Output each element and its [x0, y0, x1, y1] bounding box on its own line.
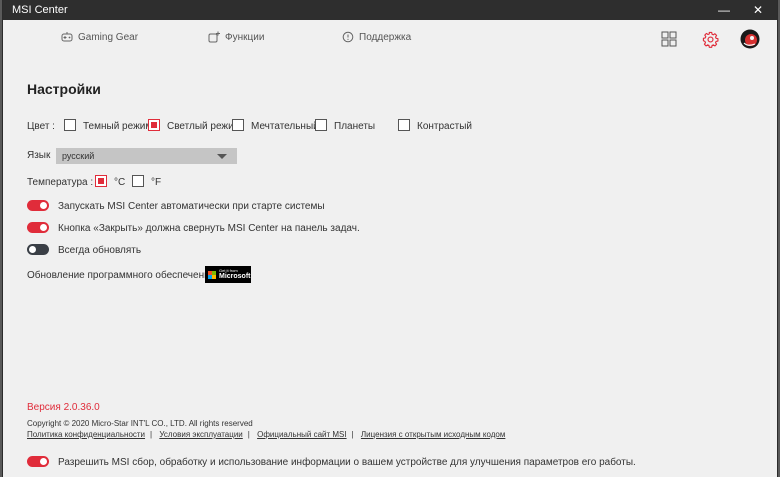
color-dreamy-label: Мечтательный [251, 121, 319, 132]
copyright-text: Copyright © 2020 Micro-Star INT'L CO., L… [27, 419, 253, 428]
footer-links: Политика конфиденциальности | Условия экс… [27, 430, 506, 439]
language-value: русский [62, 151, 95, 161]
always-update-label: Всегда обновлять [58, 245, 142, 256]
nav-label: Функции [225, 31, 265, 43]
official-site-link[interactable]: Официальный сайт MSI [257, 430, 347, 439]
color-dark-checkbox[interactable] [64, 119, 76, 131]
data-consent-toggle[interactable] [27, 456, 49, 467]
color-planets-label: Планеты [334, 121, 376, 132]
language-select[interactable]: русский [56, 148, 237, 164]
terms-link[interactable]: Условия эксплуатации [159, 430, 242, 439]
color-contrast-label: Контрастый [417, 121, 472, 132]
chevron-down-icon [217, 154, 227, 159]
fahrenheit-checkbox[interactable] [132, 175, 144, 187]
window-title: MSI Center [12, 4, 68, 16]
open-source-license-link[interactable]: Лицензия с открытым исходным кодом [361, 430, 505, 439]
windows-logo-icon [208, 271, 216, 279]
color-light-checkbox[interactable] [148, 119, 160, 131]
version-text: Версия 2.0.36.0 [27, 402, 100, 413]
privacy-policy-link[interactable]: Политика конфиденциальности [27, 430, 145, 439]
msi-center-window: MSI Center — ✕ Gaming Gear Функции Подде… [2, 0, 778, 477]
color-label: Цвет : [27, 121, 55, 132]
fahrenheit-label: °F [151, 177, 162, 188]
grid-icon[interactable] [661, 31, 677, 47]
always-update-toggle[interactable] [27, 244, 49, 255]
language-label: Язык [27, 150, 51, 161]
minimize-button[interactable]: — [707, 0, 741, 20]
page-title: Настройки [27, 81, 101, 97]
temperature-label: Температура : [27, 177, 94, 188]
badge-big-text: Microsoft [219, 273, 251, 280]
gear-icon[interactable] [702, 31, 719, 48]
data-consent-label: Разрешить MSI сбор, обработку и использо… [58, 457, 636, 468]
microsoft-store-badge[interactable]: Get it from Microsoft [205, 266, 251, 283]
nav-functions[interactable]: Функции [208, 30, 264, 44]
chat-alert-icon [342, 31, 354, 43]
software-update-label: Обновление программного обеспечения [27, 270, 216, 281]
close-to-tray-toggle[interactable] [27, 222, 49, 233]
color-planets-checkbox[interactable] [315, 119, 327, 131]
nav-label: Поддержка [359, 31, 412, 43]
celsius-label: °C [114, 177, 126, 188]
window-add-icon [208, 31, 220, 43]
nav-support[interactable]: Поддержка [342, 30, 411, 44]
autostart-label: Запускать MSI Center автоматически при с… [58, 201, 325, 212]
autostart-toggle[interactable] [27, 200, 49, 211]
color-light-label: Светлый режим [167, 121, 241, 132]
title-bar: MSI Center — ✕ [3, 0, 777, 20]
nav-label: Gaming Gear [78, 31, 139, 43]
nav-gaming-gear[interactable]: Gaming Gear [61, 30, 138, 44]
avatar[interactable] [740, 29, 760, 49]
close-button[interactable]: ✕ [741, 0, 775, 20]
color-dark-label: Темный режим [83, 121, 153, 132]
close-to-tray-label: Кнопка «Закрыть» должна свернуть MSI Cen… [58, 223, 360, 234]
color-contrast-checkbox[interactable] [398, 119, 410, 131]
color-dreamy-checkbox[interactable] [232, 119, 244, 131]
celsius-checkbox[interactable] [95, 175, 107, 187]
gamepad-icon [61, 32, 73, 42]
